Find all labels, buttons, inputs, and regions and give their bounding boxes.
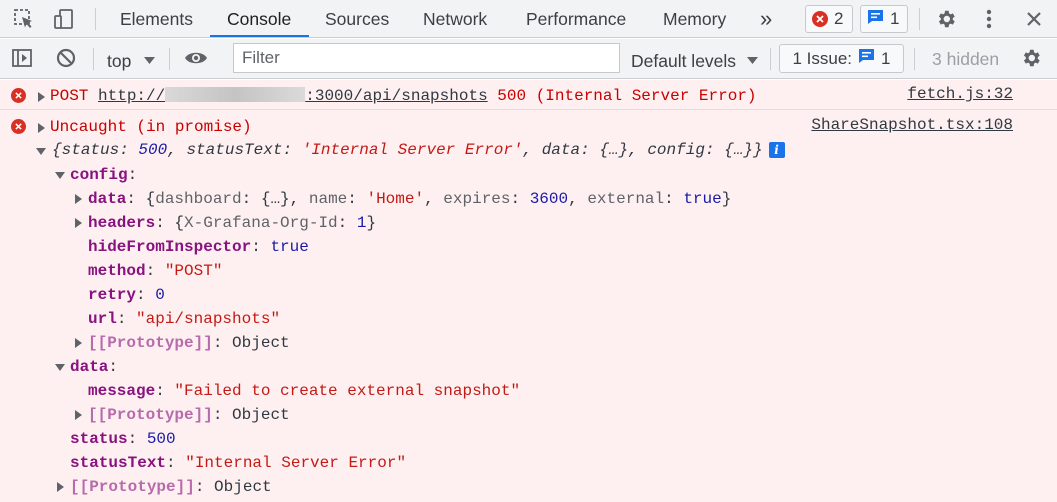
- tab-elements[interactable]: Elements: [120, 0, 193, 38]
- hidden-messages-count: 3 hidden: [932, 49, 1000, 69]
- error-icon: [11, 88, 26, 103]
- clear-console-icon[interactable]: [52, 44, 80, 72]
- settings-gear-icon[interactable]: [932, 5, 960, 33]
- device-toolbar-icon[interactable]: [50, 5, 78, 33]
- network-error-message: POST http://:3000/api/snapshots 500 (Int…: [50, 85, 757, 107]
- message-count: 1: [890, 9, 900, 28]
- inspect-element-icon[interactable]: [10, 5, 38, 33]
- data-property[interactable]: data:: [70, 356, 118, 378]
- console-output: POST http://:3000/api/snapshots 500 (Int…: [0, 80, 1057, 502]
- config-hidefrominspector-property: hideFromInspector: true: [88, 238, 309, 256]
- uncaught-error-title: Uncaught (in promise): [50, 118, 252, 136]
- issues-button[interactable]: 1 Issue: 1: [779, 44, 904, 73]
- issues-count: 1: [881, 48, 891, 68]
- devtools-tabbar: Elements Console Sources Network Perform…: [0, 0, 1057, 38]
- divider: [914, 48, 915, 70]
- request-url-link[interactable]: http://:3000/api/snapshots: [98, 87, 488, 105]
- data-message-property: message: "Failed to create external snap…: [88, 382, 521, 400]
- error-object-summary[interactable]: {status: 500, statusText: 'Internal Serv…: [52, 139, 785, 161]
- status-property: status: 500: [70, 430, 176, 448]
- object-prototype-property[interactable]: [[Prototype]]: Object: [70, 476, 272, 498]
- redacted-host: [165, 87, 306, 102]
- error-count: 2: [834, 9, 844, 28]
- collapse-arrow-icon[interactable]: [55, 172, 65, 179]
- expand-arrow-icon[interactable]: [75, 338, 82, 348]
- data-prototype-property[interactable]: [[Prototype]]: Object: [88, 404, 290, 426]
- live-expression-eye-icon[interactable]: [182, 44, 210, 72]
- request-status: 500 (Internal Server Error): [497, 87, 757, 105]
- message-count-badge[interactable]: 1: [860, 5, 908, 33]
- config-headers-property[interactable]: headers: {X-Grafana-Org-Id: 1}: [88, 212, 376, 234]
- source-link-fetch[interactable]: fetch.js:32: [907, 85, 1013, 103]
- expand-arrow-icon[interactable]: [57, 482, 64, 492]
- divider: [93, 48, 94, 70]
- message-icon: [858, 48, 875, 69]
- dropdown-arrow-icon: [144, 39, 156, 79]
- tab-memory[interactable]: Memory: [663, 0, 726, 38]
- request-method: POST: [50, 87, 89, 105]
- context-value: top: [107, 51, 132, 71]
- expand-arrow-icon[interactable]: [75, 218, 82, 228]
- expand-arrow-icon[interactable]: [38, 123, 45, 133]
- tab-sources[interactable]: Sources: [325, 0, 389, 38]
- log-levels-dropdown[interactable]: Default levels: [631, 39, 758, 79]
- active-tab-indicator: [210, 35, 309, 37]
- message-icon: [867, 9, 884, 30]
- filter-input[interactable]: [233, 43, 620, 73]
- context-selector[interactable]: top: [107, 39, 156, 79]
- tab-console[interactable]: Console: [227, 0, 291, 38]
- collapse-arrow-icon[interactable]: [55, 364, 65, 371]
- error-count-badge[interactable]: 2: [805, 5, 853, 33]
- error-icon: [812, 11, 828, 27]
- log-levels-label: Default levels: [631, 51, 737, 71]
- divider: [95, 8, 96, 30]
- config-retry-property: retry: 0: [88, 286, 165, 304]
- close-icon[interactable]: [1020, 5, 1048, 33]
- config-prototype-property[interactable]: [[Prototype]]: Object: [88, 332, 290, 354]
- divider: [169, 48, 170, 70]
- tab-network[interactable]: Network: [423, 0, 487, 38]
- config-url-property: url: "api/snapshots": [88, 310, 281, 328]
- divider: [770, 48, 771, 70]
- more-tabs-button[interactable]: »: [760, 0, 772, 38]
- source-link-sharesnapshot[interactable]: ShareSnapshot.tsx:108: [811, 116, 1013, 134]
- divider: [919, 8, 920, 30]
- expand-arrow-icon[interactable]: [38, 92, 45, 102]
- config-method-property: method: "POST": [88, 262, 223, 280]
- statustext-property: statusText: "Internal Server Error": [70, 454, 407, 472]
- issues-label: 1 Issue:: [792, 48, 853, 68]
- sidebar-toggle-icon[interactable]: [8, 44, 36, 72]
- collapse-arrow-icon[interactable]: [36, 148, 46, 155]
- expand-arrow-icon[interactable]: [75, 410, 82, 420]
- console-toolbar: top Default levels 1 Issue: 1 3 hidden: [0, 39, 1057, 79]
- more-options-icon[interactable]: [975, 5, 1003, 33]
- config-property[interactable]: config:: [70, 164, 137, 186]
- dropdown-arrow-icon: [746, 39, 758, 79]
- tab-performance[interactable]: Performance: [526, 0, 626, 38]
- expand-arrow-icon[interactable]: [75, 194, 82, 204]
- info-icon[interactable]: i: [768, 142, 785, 158]
- console-settings-gear-icon[interactable]: [1017, 44, 1045, 72]
- error-icon: [11, 119, 26, 134]
- message-divider: [0, 109, 1057, 110]
- config-data-property[interactable]: data: {dashboard: {…}, name: 'Home', exp…: [88, 188, 731, 210]
